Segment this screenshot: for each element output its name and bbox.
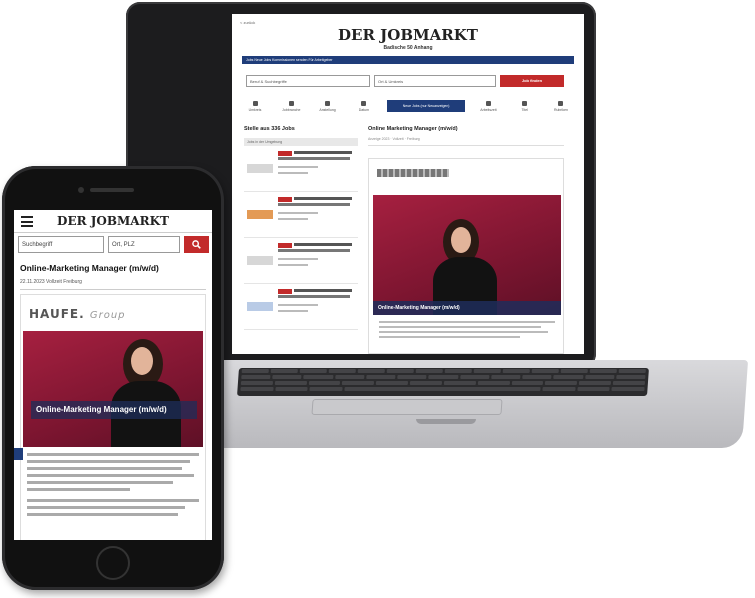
- filter-icon: [558, 100, 564, 106]
- job-list-header: Jobs in der Umgebung: [244, 138, 358, 146]
- search-what-input[interactable]: Suchbegriff: [18, 236, 104, 253]
- filter-icon: [361, 100, 367, 106]
- filter-titel[interactable]: Titel: [512, 100, 538, 112]
- job-ad-text: [27, 453, 199, 520]
- company-logo: HAUFE. Group: [29, 307, 126, 321]
- filter-bar: Umkreis Jobbranche Anstellung Datum Neue…: [242, 96, 574, 116]
- filter-arbeitszeit[interactable]: Arbeitszeit: [475, 100, 501, 112]
- search-button[interactable]: Job finden: [500, 75, 564, 87]
- company-logo: [377, 169, 449, 177]
- list-item[interactable]: [244, 238, 358, 284]
- filter-icon: [485, 100, 491, 106]
- search-where-input[interactable]: Ort, PLZ: [108, 236, 180, 253]
- divider: [368, 145, 564, 146]
- laptop-keyboard: [237, 368, 649, 396]
- filter-icon: [252, 100, 258, 106]
- main-nav[interactable]: Jobs Neue Jobs Kommissionen senden Für A…: [242, 56, 574, 64]
- list-item[interactable]: [244, 192, 358, 238]
- laptop-trackpad: [311, 399, 503, 415]
- job-title: Online Marketing Manager (m/w/d): [368, 126, 458, 132]
- search-icon: [192, 240, 201, 249]
- list-item[interactable]: [244, 146, 358, 192]
- job-ad-caption: Online-Marketing Manager (m/w/d): [31, 401, 197, 419]
- filter-datum[interactable]: Datum: [351, 100, 377, 112]
- filter-icon: [325, 100, 331, 106]
- job-ad-photo: Online-Marketing Manager (m/w/d): [373, 195, 561, 315]
- phone: DER JOBMARKT Suchbegriff Ort, PLZ Online…: [2, 166, 224, 590]
- job-ad-photo: Online-Marketing Manager (m/w/d): [23, 331, 203, 447]
- filter-rubriken[interactable]: Rubriken: [548, 100, 574, 112]
- job-list: Jobs in der Umgebung: [244, 138, 358, 330]
- filter-jobbranche[interactable]: Jobbranche: [278, 100, 304, 112]
- search-what-input[interactable]: Beruf & Suchbegriffe: [246, 75, 370, 87]
- filter-icon: [288, 100, 294, 106]
- home-button[interactable]: [96, 546, 130, 580]
- product-mockup: < zurück DER JOBMARKT Badische 50 Anhang…: [0, 0, 755, 598]
- site-logo[interactable]: DER JOBMARKT: [14, 214, 212, 228]
- site-logo[interactable]: DER JOBMARKT: [232, 26, 584, 44]
- job-ad-card[interactable]: HAUFE. Group Online-Marketing Manager (m…: [20, 294, 206, 540]
- laptop-notch: [416, 419, 476, 424]
- search-where-input[interactable]: Ort & Umkreis: [374, 75, 496, 87]
- filter-anstellung[interactable]: Anstellung: [315, 100, 341, 112]
- search-button[interactable]: [184, 236, 209, 253]
- site-subtitle: Badische 50 Anhang: [383, 45, 433, 51]
- laptop-screen: < zurück DER JOBMARKT Badische 50 Anhang…: [232, 14, 584, 354]
- job-ad-card[interactable]: Online-Marketing Manager (m/w/d): [368, 158, 564, 354]
- filter-icon: [522, 100, 528, 106]
- phone-screen: DER JOBMARKT Suchbegriff Ort, PLZ Online…: [14, 210, 212, 540]
- sort-button[interactable]: Neue Jobs (nur Neuanzeigen): [387, 100, 466, 112]
- camera-icon: [78, 187, 84, 193]
- side-tab[interactable]: [14, 448, 23, 460]
- job-meta: 22.11.2023 Vollzeit Freiburg: [20, 279, 82, 285]
- list-item[interactable]: [244, 284, 358, 330]
- filter-umkreis[interactable]: Umkreis: [242, 100, 268, 112]
- job-meta: Anzeige 2023 · Vollzeit · Freiburg: [368, 137, 420, 141]
- back-link[interactable]: < zurück: [240, 20, 255, 25]
- job-ad-text: [379, 321, 555, 341]
- job-ad-caption: Online-Marketing Manager (m/w/d): [373, 301, 561, 315]
- job-title: Online-Marketing Manager (m/w/d): [20, 263, 159, 273]
- speaker-icon: [90, 188, 134, 192]
- divider: [14, 232, 212, 233]
- result-count: Stelle aus 336 Jobs: [244, 126, 295, 132]
- divider: [20, 289, 206, 290]
